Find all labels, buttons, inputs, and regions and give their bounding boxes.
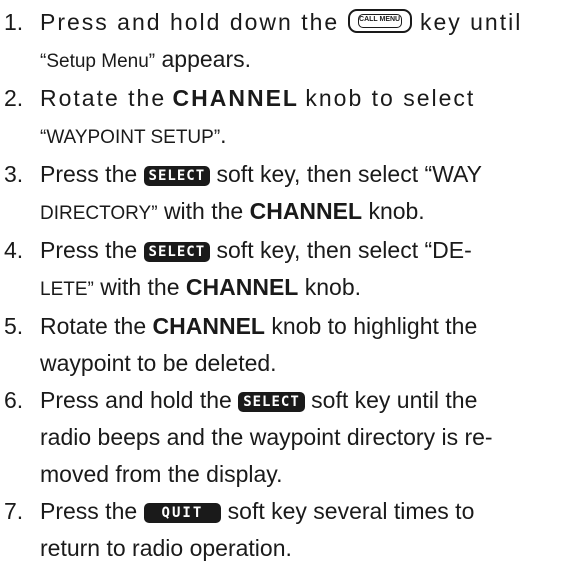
channel-knob-label: CHANNEL xyxy=(249,198,363,224)
quit-softkey-icon: QUIT xyxy=(143,503,222,523)
step-number: 4. xyxy=(4,237,24,263)
select-softkey-icon: SELECT xyxy=(238,392,305,412)
call-key-label: CALL MENU xyxy=(357,14,402,28)
select-softkey-icon: SELECT xyxy=(143,166,211,186)
select-softkey-icon: SELECT xyxy=(143,242,211,262)
channel-knob-label: CHANNEL xyxy=(172,85,299,111)
step-list: 1. Press and hold down the CALL MENU key… xyxy=(0,4,574,567)
step-number: 2. xyxy=(4,85,24,111)
step-number: 5. xyxy=(4,313,24,339)
step-3: 3. Press the SELECT soft key, then selec… xyxy=(0,156,574,232)
channel-knob-label: CHANNEL xyxy=(152,313,265,339)
step-text: Press and hold down the CALL MENU key un… xyxy=(40,9,523,72)
step-6: 6. Press and hold the SELECT soft key un… xyxy=(0,382,574,493)
step-4: 4. Press the SELECT soft key, then selec… xyxy=(0,232,574,308)
instruction-page: 1. Press and hold down the CALL MENU key… xyxy=(0,4,574,561)
step-number: 3. xyxy=(4,161,24,187)
step-number: 6. xyxy=(4,387,24,413)
step-2: 2. Rotate the CHANNEL knob to select “WA… xyxy=(0,80,574,156)
step-7: 7. Press the QUIT soft key several times… xyxy=(0,493,574,567)
step-number: 7. xyxy=(4,498,24,524)
step-number: 1. xyxy=(4,9,24,35)
step-text: Press the SELECT soft key, then select “… xyxy=(40,237,472,300)
step-text: Press and hold the SELECT soft key until… xyxy=(40,387,493,487)
step-text: Rotate the CHANNEL knob to highlight the… xyxy=(40,313,478,376)
channel-knob-label: CHANNEL xyxy=(185,274,299,300)
step-text: Rotate the CHANNEL knob to select “WAYPO… xyxy=(40,85,476,148)
step-text: Press the SELECT soft key, then select “… xyxy=(40,161,482,224)
step-5: 5. Rotate the CHANNEL knob to highlight … xyxy=(0,308,574,382)
step-text: Press the QUIT soft key several times to… xyxy=(40,498,475,561)
step-1: 1. Press and hold down the CALL MENU key… xyxy=(0,4,574,80)
call-key-icon: CALL MENU xyxy=(347,9,412,33)
